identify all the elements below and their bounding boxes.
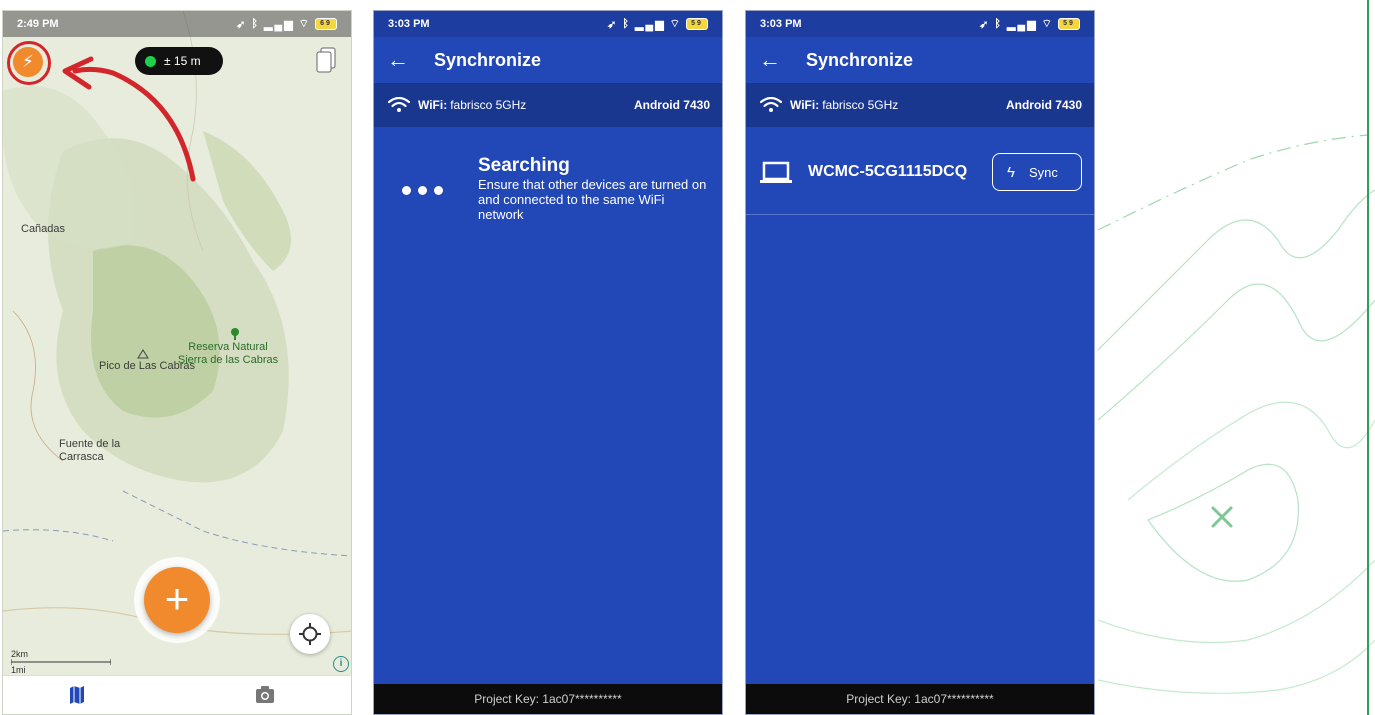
wifi-icon: ⌔ — [669, 18, 682, 30]
wifi-icon: ⌔ — [1041, 18, 1054, 30]
locate-me-button[interactable] — [290, 614, 330, 654]
status-bar: 3:03 PM ➶ ᛒ ▂▄▆ ⌔ 59 — [746, 11, 1094, 37]
this-device-name: Android 7430 — [633, 98, 710, 112]
map-scale: 2km 1mi — [11, 649, 111, 675]
gps-accuracy-pill[interactable]: ± 15 m — [135, 47, 223, 75]
location-icon: ➶ — [607, 18, 619, 31]
map-label-pico: Pico de Las Cabras — [99, 360, 195, 372]
searching-dots-icon — [402, 186, 443, 195]
gps-accuracy-text: ± 15 m — [164, 54, 201, 68]
sync-device-found-screen: 3:03 PM ➶ ᛒ ▂▄▆ ⌔ 59 ← Synchronize WiFi:… — [745, 10, 1095, 715]
wifi-info-bar: WiFi: fabrisco 5GHz Android 7430 — [374, 83, 722, 127]
map-label-canadas: Cañadas — [21, 223, 66, 235]
wifi-info-bar: WiFi: fabrisco 5GHz Android 7430 — [746, 83, 1094, 127]
battery-icon: 69 — [315, 18, 337, 30]
location-icon: ➶ — [979, 18, 991, 31]
app-bar: ← Synchronize — [374, 37, 722, 83]
peer-device-row: WCMC-5CG1115DCQ ϟ Sync — [746, 127, 1094, 215]
peer-device-name: WCMC-5CG1115DCQ — [808, 163, 968, 180]
back-arrow-icon[interactable]: ← — [374, 47, 422, 73]
status-icons: ➶ ᛒ ▂▄▆ ⌔ 59 — [607, 17, 708, 31]
status-bar: 3:03 PM ➶ ᛒ ▂▄▆ ⌔ 59 — [374, 11, 722, 37]
camera-tab-icon[interactable] — [255, 686, 275, 704]
signal-icon: ▂▄▆ — [1006, 18, 1038, 31]
wifi-label: WiFi: — [418, 98, 448, 112]
layers-icon[interactable] — [315, 47, 337, 73]
signal-icon: ▂▄▆ — [263, 18, 295, 31]
sync-button-label: Sync — [1028, 164, 1058, 180]
wifi-icon: ⌔ — [298, 18, 311, 30]
this-device-name: Android 7430 — [1005, 98, 1082, 112]
app-bar: ← Synchronize — [746, 37, 1094, 83]
tree-icon — [231, 328, 239, 340]
peak-icon — [137, 349, 149, 359]
wifi-icon — [760, 97, 782, 112]
wifi-network-name: fabrisco 5GHz — [822, 98, 899, 112]
project-key-footer: Project Key: 1ac07********** — [374, 684, 722, 714]
battery-icon: 59 — [1058, 18, 1080, 30]
status-time: 2:49 PM — [17, 18, 59, 30]
location-icon: ➶ — [236, 18, 248, 31]
back-arrow-icon[interactable]: ← — [746, 47, 794, 73]
bottom-navigation — [3, 675, 351, 714]
wifi-label: WiFi: — [790, 98, 820, 112]
searching-message: Ensure that other devices are turned on … — [478, 177, 707, 222]
status-time: 3:03 PM — [388, 18, 430, 30]
contour-decoration — [1098, 0, 1375, 715]
lightning-icon: ϟ — [1007, 163, 1015, 181]
wifi-network-name: fabrisco 5GHz — [450, 98, 527, 112]
map-label-fuente: Fuente de la Carrasca — [59, 438, 121, 463]
gps-status-dot — [145, 55, 156, 67]
map-tab-icon[interactable] — [69, 686, 85, 704]
wifi-icon — [388, 97, 410, 112]
searching-title: Searching — [478, 155, 570, 176]
map-screen: 2:49 PM ➶ ᛒ ▂▄▆ ⌔ 69 ⚡︎ ± 15 m Cañadas R… — [2, 10, 352, 715]
crosshair-icon — [299, 623, 321, 645]
status-bar: 2:49 PM ➶ ᛒ ▂▄▆ ⌔ 69 — [3, 11, 351, 37]
sync-searching-screen: 3:03 PM ➶ ᛒ ▂▄▆ ⌔ 59 ← Synchronize WiFi:… — [373, 10, 723, 715]
lightning-icon: ⚡︎ — [22, 52, 34, 71]
battery-icon: 59 — [686, 18, 708, 30]
project-key-footer: Project Key: 1ac07********** — [746, 684, 1094, 714]
info-icon[interactable]: i — [333, 656, 349, 672]
bluetooth-icon: ᛒ — [622, 18, 631, 30]
add-observation-button[interactable]: + — [144, 567, 210, 633]
status-icons: ➶ ᛒ ▂▄▆ ⌔ 69 — [236, 17, 337, 31]
status-time: 3:03 PM — [760, 18, 802, 30]
annotation-arrow — [62, 56, 196, 182]
page-title: Synchronize — [434, 49, 542, 70]
signal-icon: ▂▄▆ — [634, 18, 666, 31]
bluetooth-icon: ᛒ — [251, 18, 260, 30]
page-title: Synchronize — [806, 49, 914, 70]
laptop-icon — [760, 161, 792, 183]
bluetooth-icon: ᛒ — [994, 18, 1003, 30]
sync-lightning-button[interactable]: ⚡︎ — [13, 47, 43, 77]
status-icons: ➶ ᛒ ▂▄▆ ⌔ 59 — [979, 17, 1080, 31]
sync-button[interactable]: ϟ Sync — [992, 153, 1082, 191]
